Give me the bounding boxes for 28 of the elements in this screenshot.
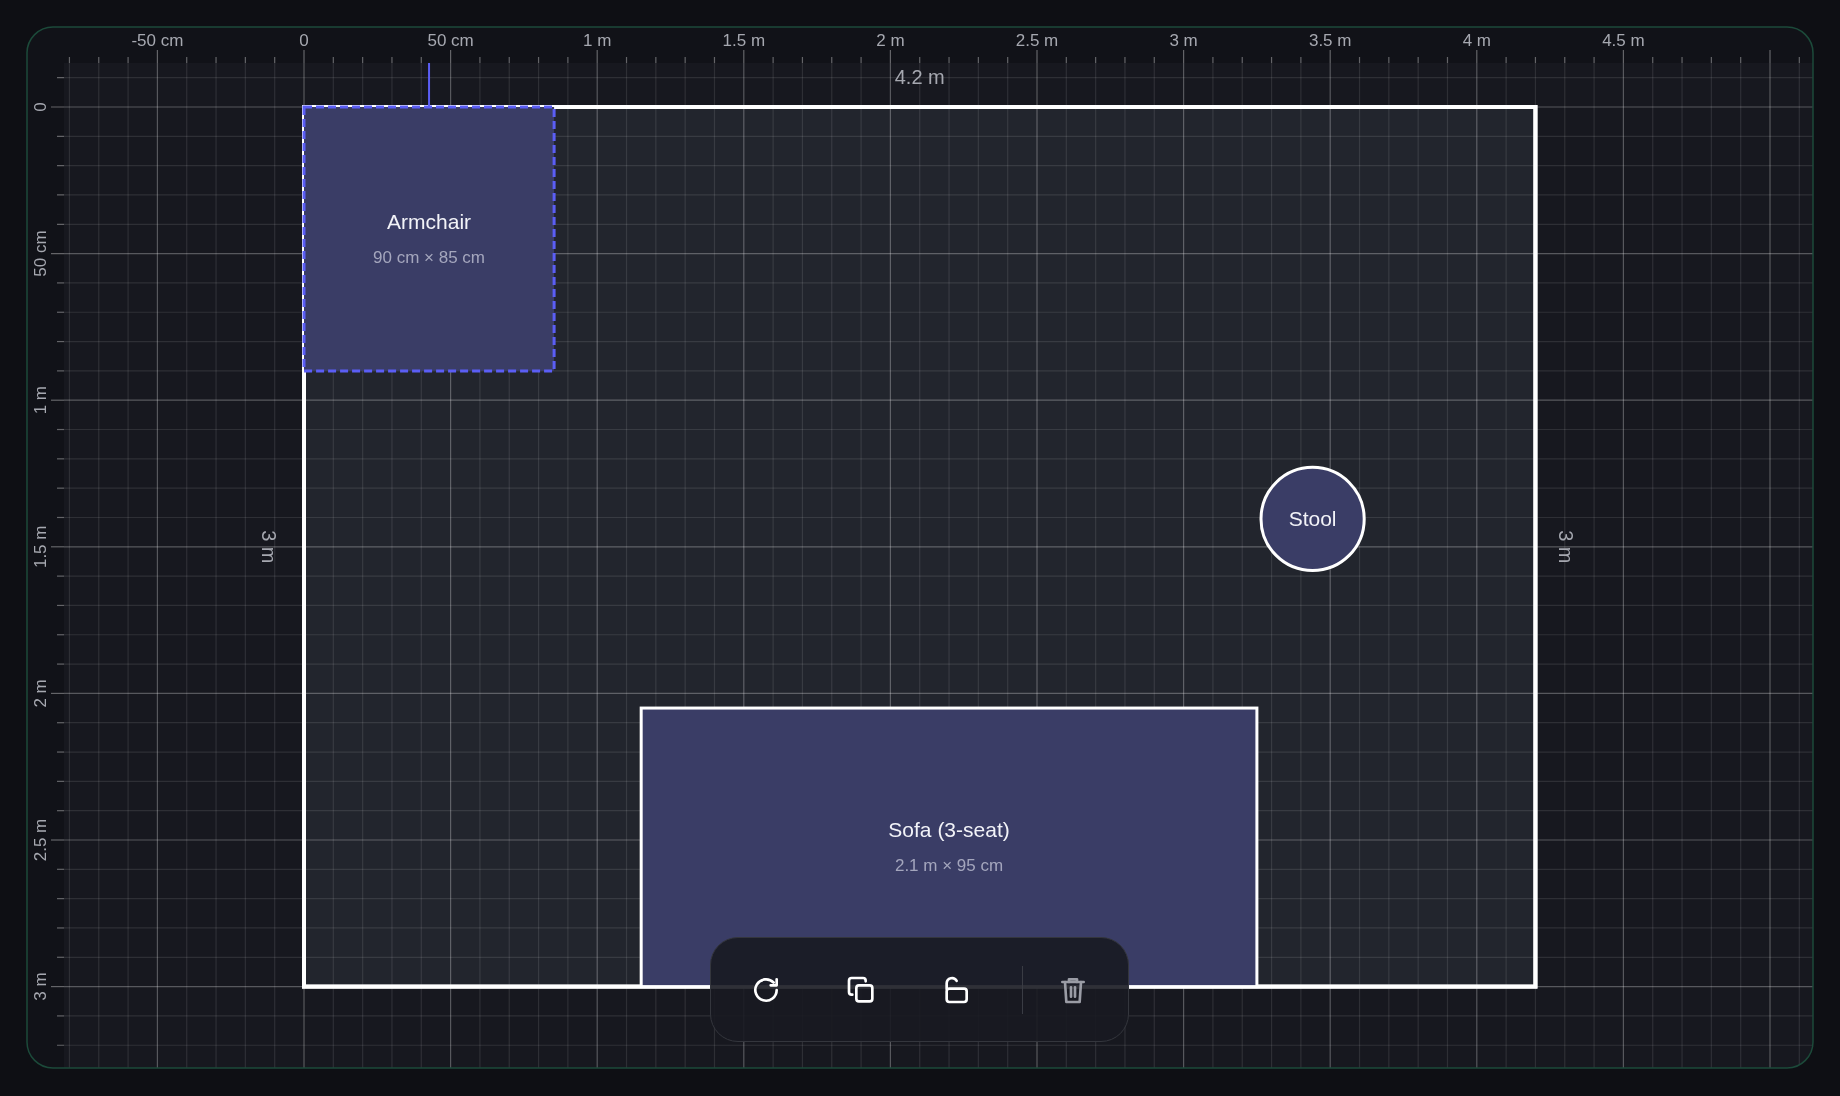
ruler-label: 3 m <box>31 972 50 1001</box>
room-depth-label: 3 m <box>258 530 280 564</box>
ruler-label: 2 m <box>876 31 905 50</box>
ruler-label: 1 m <box>583 31 612 50</box>
ruler-label: 0 <box>31 102 50 112</box>
rotate-handle[interactable] <box>428 62 431 108</box>
room-width-label: 4.2 m <box>894 66 945 88</box>
ruler-label: 2.5 m <box>1015 31 1059 50</box>
ruler-label: 3 m <box>1169 31 1198 50</box>
furniture-circle[interactable] <box>1259 465 1366 573</box>
ruler-label: 1 m <box>31 386 50 415</box>
ruler-label: 4 m <box>1462 31 1491 50</box>
furniture-label: Armchair <box>387 209 472 233</box>
ruler-label: 50 cm <box>427 31 474 50</box>
ruler-label: 1.5 m <box>31 525 50 569</box>
furniture-label: Stool <box>1288 506 1337 530</box>
ruler-label: 1.5 m <box>722 31 766 50</box>
furniture-label: Sofa (3-seat) <box>888 818 1010 842</box>
furniture-size: 90 cm × 85 cm <box>373 247 486 267</box>
ruler-label: 0 <box>299 31 309 50</box>
room-depth-label: 3 m <box>1555 530 1577 564</box>
ruler-label: 3.5 m <box>1308 31 1352 50</box>
ruler-label: 50 cm <box>31 230 50 277</box>
ruler-label: 2.5 m <box>31 818 50 862</box>
ruler-label: 4.5 m <box>1602 31 1645 50</box>
furniture-size: 2.1 m × 95 cm <box>894 856 1004 876</box>
ruler-label: 2 m <box>31 679 50 708</box>
ruler-label: -50 cm <box>131 31 184 50</box>
